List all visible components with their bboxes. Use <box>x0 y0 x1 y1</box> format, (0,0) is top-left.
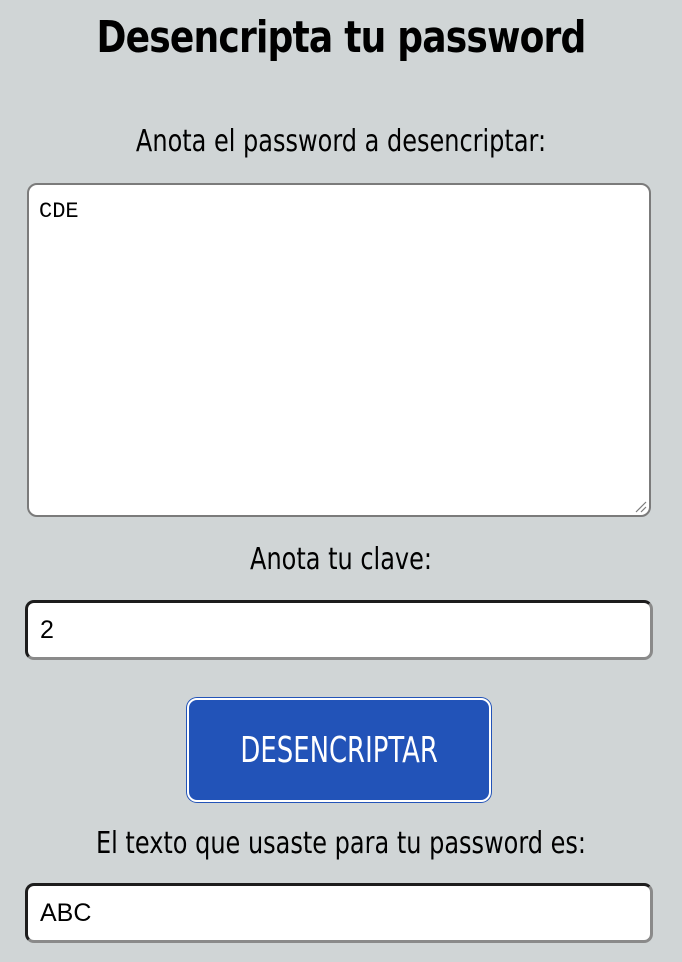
key-input[interactable] <box>25 600 653 660</box>
page-title: Desencripta tu password <box>96 12 586 63</box>
password-textarea[interactable]: CDE <box>29 185 649 515</box>
resize-grip-icon[interactable] <box>633 499 647 513</box>
decrypt-button[interactable]: DESENCRIPTAR <box>187 698 491 802</box>
result-output[interactable] <box>25 883 653 943</box>
result-label: El texto que usaste para tu password es: <box>95 826 587 861</box>
password-textarea-container: CDE <box>27 183 651 517</box>
key-label: Anota tu clave: <box>250 542 432 577</box>
password-label: Anota el password a desencriptar: <box>135 124 547 159</box>
decrypt-button-label: DESENCRIPTAR <box>240 729 438 771</box>
